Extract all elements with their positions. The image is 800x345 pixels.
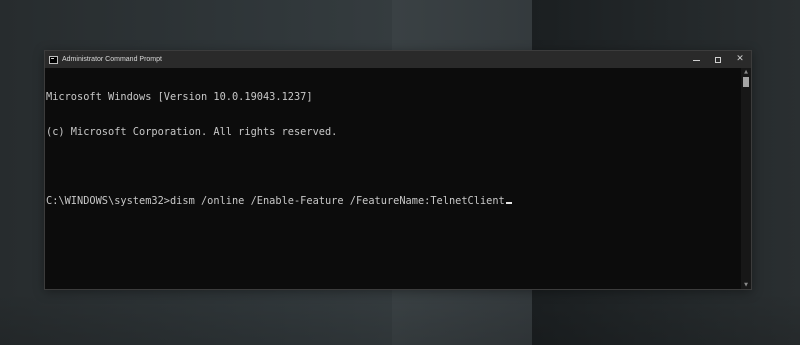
window-title: Administrator Command Prompt [62,56,162,63]
scroll-down-arrow-icon[interactable]: ▼ [741,281,751,289]
window-controls: ✕ [685,51,751,68]
minimize-button[interactable] [685,51,707,68]
minimize-icon [692,59,700,61]
maximize-button[interactable] [707,51,729,68]
scroll-up-arrow-icon[interactable]: ▲ [741,68,751,76]
command-text: C:\WINDOWS\system32>dism /online /Enable… [46,194,505,207]
title-bar[interactable]: Administrator Command Prompt ✕ [45,51,751,68]
text-cursor [505,201,512,204]
console-command-line[interactable]: C:\WINDOWS\system32>dism /online /Enable… [46,194,741,208]
console-line: (c) Microsoft Corporation. All rights re… [46,125,338,138]
floor-shadow [0,292,800,345]
desktop-background: Administrator Command Prompt ✕ Microsoft… [0,0,800,345]
console-line: Microsoft Windows [Version 10.0.19043.12… [46,91,313,103]
close-button[interactable]: ✕ [729,51,751,68]
close-icon: ✕ [736,54,744,64]
maximize-icon [715,56,721,63]
command-prompt-window[interactable]: Administrator Command Prompt ✕ Microsoft… [44,50,752,290]
console-output[interactable]: Microsoft Windows [Version 10.0.19043.12… [45,68,741,289]
scrollbar-thumb[interactable] [743,77,749,87]
vertical-scrollbar[interactable]: ▲ ▼ [741,68,751,289]
cmd-icon [49,55,58,64]
